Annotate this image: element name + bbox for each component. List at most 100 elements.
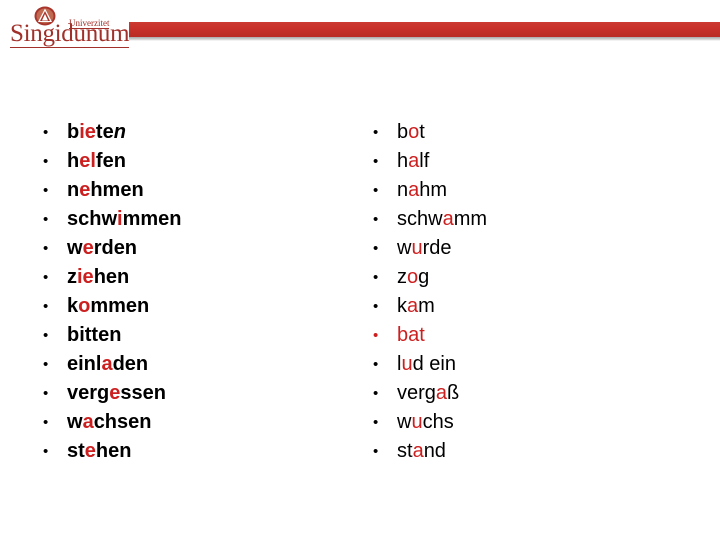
verb-segment: w xyxy=(67,411,83,433)
verb-segment: e xyxy=(82,237,94,259)
verb-segment: a xyxy=(101,353,113,375)
verb-segment: mmen xyxy=(90,295,150,317)
verb-segment: u xyxy=(401,353,413,375)
bullet-icon: • xyxy=(43,211,49,228)
verb-segment: chs xyxy=(422,411,454,433)
list-item: • lud ein xyxy=(368,350,688,379)
verb-text: ziehen xyxy=(67,263,129,292)
verb-text: vergessen xyxy=(67,379,166,408)
verb-segment: a xyxy=(435,382,448,404)
verb-text: nahm xyxy=(397,176,447,205)
verb-segment: einl xyxy=(67,353,102,375)
verb-segment: a xyxy=(408,179,420,201)
verb-text: bat xyxy=(397,321,425,350)
list-item: • bieten xyxy=(38,118,358,147)
verb-text: kommen xyxy=(67,292,149,321)
header-rule-shadow xyxy=(129,37,720,41)
verb-text: stehen xyxy=(67,437,131,466)
verb-segment: n xyxy=(113,121,126,143)
verb-segment: bitten xyxy=(67,324,122,346)
slide-header: Univerzitet Singidunum xyxy=(0,0,720,60)
verb-segment: te xyxy=(95,121,114,143)
list-item: • werden xyxy=(38,234,358,263)
verb-text: werden xyxy=(67,234,137,263)
list-item: • half xyxy=(368,147,688,176)
brand-wordmark: Singidunum xyxy=(10,20,130,48)
list-item: • wachsen xyxy=(38,408,358,437)
verb-segment: b xyxy=(397,121,409,143)
verb-segment: z xyxy=(397,266,407,288)
verb-segment: verg xyxy=(67,382,110,404)
verb-segment: o xyxy=(78,295,91,317)
bullet-icon: • xyxy=(373,240,379,257)
verb-segment: w xyxy=(67,237,83,259)
verb-text: helfen xyxy=(67,147,126,176)
list-item: • bat xyxy=(368,321,688,350)
bullet-icon: • xyxy=(373,211,379,228)
verb-segment: hmen xyxy=(90,179,144,201)
bullet-icon: • xyxy=(373,153,379,170)
verb-segment: nd xyxy=(423,440,446,462)
bullet-icon: • xyxy=(373,327,379,344)
verb-text: half xyxy=(397,147,429,176)
verb-text: wurde xyxy=(397,234,451,263)
verb-segment: fen xyxy=(95,150,126,172)
verb-segment: e xyxy=(109,382,121,404)
verb-segment: h xyxy=(67,150,80,172)
verb-segment: hen xyxy=(95,440,132,462)
list-item: • zog xyxy=(368,263,688,292)
verb-segment: u xyxy=(411,237,423,259)
verb-segment: hm xyxy=(419,179,448,201)
list-item: • wurde xyxy=(368,234,688,263)
verb-segment: ie xyxy=(77,266,94,288)
verb-segment: a xyxy=(407,295,419,317)
verb-text: bieten xyxy=(67,118,126,147)
verb-segment: t xyxy=(419,121,425,143)
verb-segment: a xyxy=(442,208,454,230)
verb-segment: st xyxy=(67,440,85,462)
list-item: • nehmen xyxy=(38,176,358,205)
header-red-rule xyxy=(129,22,720,37)
verb-text: lud ein xyxy=(397,350,456,379)
verb-segment: d ein xyxy=(412,353,456,375)
list-item: • bot xyxy=(368,118,688,147)
verb-column-preterite: • bot • half • nahm • schwamm • wurde • zog • kam • bat… xyxy=(368,118,688,466)
verb-segment: o xyxy=(407,266,419,288)
list-item: • bitten xyxy=(38,321,358,350)
verb-text: vergaß xyxy=(397,379,459,408)
verb-segment: h xyxy=(397,150,409,172)
list-item: • einladen xyxy=(38,350,358,379)
list-item: • stehen xyxy=(38,437,358,466)
verb-text: bitten xyxy=(67,321,121,350)
list-item: • vergaß xyxy=(368,379,688,408)
verb-text: stand xyxy=(397,437,446,466)
verb-segment: u xyxy=(411,411,423,433)
verb-segment: verg xyxy=(397,382,436,404)
bullet-icon: • xyxy=(373,269,379,286)
verb-segment: schw xyxy=(397,208,443,230)
verb-segment: den xyxy=(112,353,149,375)
list-item: • vergessen xyxy=(38,379,358,408)
verb-segment: st xyxy=(397,440,413,462)
verb-segment: el xyxy=(79,150,96,172)
verb-segment: e xyxy=(84,440,96,462)
verb-segment: z xyxy=(67,266,77,288)
bullet-icon: • xyxy=(373,414,379,431)
verb-segment: mmen xyxy=(122,208,182,230)
verb-text: wachsen xyxy=(67,408,152,437)
verb-text: schwimmen xyxy=(67,205,182,234)
verb-segment: a xyxy=(412,440,424,462)
verb-segment: k xyxy=(67,295,79,317)
verb-segment: lf xyxy=(419,150,430,172)
bullet-icon: • xyxy=(43,240,49,257)
verb-segment: o xyxy=(408,121,420,143)
verb-text: nehmen xyxy=(67,176,144,205)
verb-segment: n xyxy=(397,179,409,201)
verb-segment: mm xyxy=(453,208,488,230)
bullet-icon: • xyxy=(373,124,379,141)
list-item: • ziehen xyxy=(38,263,358,292)
bullet-icon: • xyxy=(373,298,379,315)
verb-segment: e xyxy=(79,179,91,201)
verb-segment: m xyxy=(418,295,435,317)
list-item: • nahm xyxy=(368,176,688,205)
